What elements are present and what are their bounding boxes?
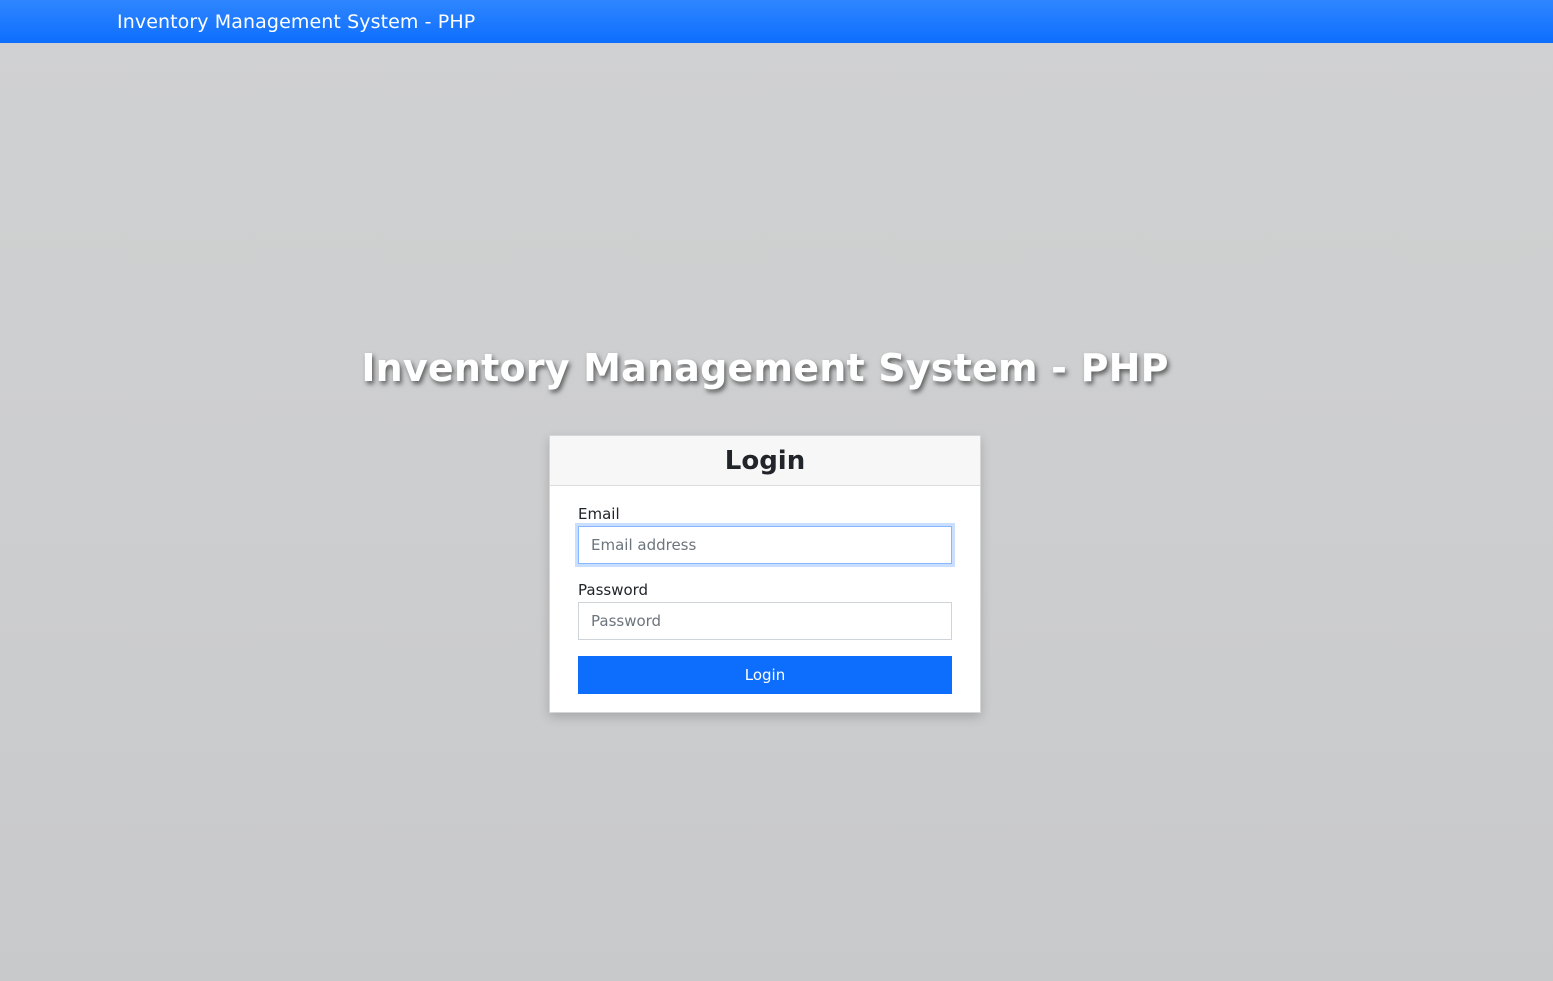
page-title: Inventory Management System - PHP (361, 346, 1169, 390)
login-button[interactable]: Login (578, 656, 952, 694)
login-card-header: Login (550, 436, 980, 486)
email-input[interactable] (578, 526, 952, 564)
password-input[interactable] (578, 602, 952, 640)
navbar-brand-link[interactable]: Inventory Management System - PHP (117, 11, 475, 33)
login-form: Email Password Login (550, 486, 980, 694)
email-field-group: Email (578, 505, 952, 564)
email-label: Email (578, 505, 620, 523)
top-navbar: Inventory Management System - PHP (0, 0, 1553, 43)
login-title: Login (724, 445, 806, 476)
password-field-group: Password (578, 581, 952, 640)
password-label: Password (578, 581, 649, 599)
login-card: Login Email Password Login (549, 435, 981, 713)
